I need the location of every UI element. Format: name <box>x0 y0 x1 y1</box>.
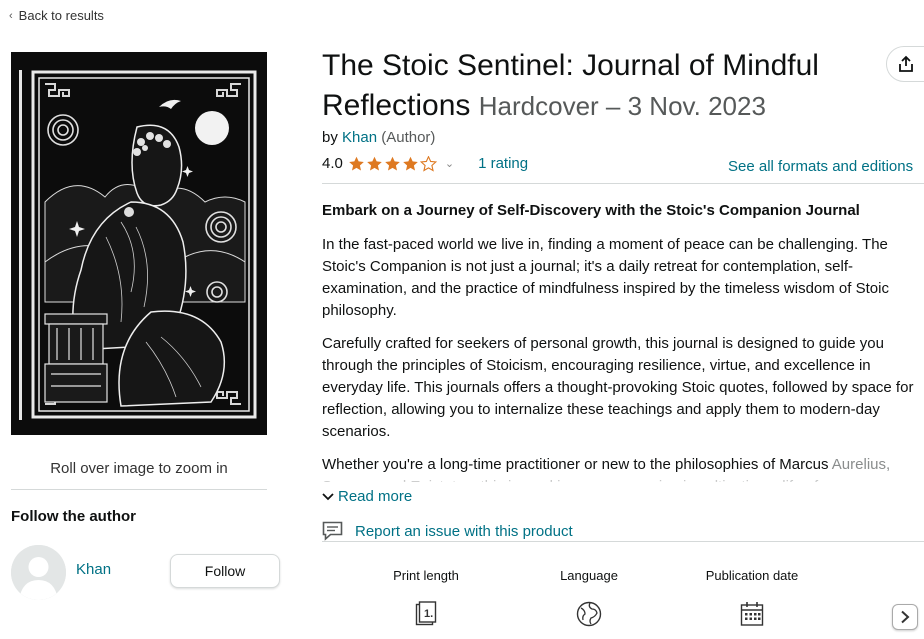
chevron-right-icon <box>901 610 910 624</box>
author-role: (Author) <box>381 129 436 146</box>
author-link[interactable]: Khan <box>342 129 377 146</box>
book-pages-icon: 1. <box>415 601 437 626</box>
description-text: Whether you're a long-time practitioner … <box>322 456 829 473</box>
divider <box>322 541 924 542</box>
date-separator: – <box>605 91 621 121</box>
product-title-block: The Stoic Sentinel: Journal of Mindful R… <box>322 46 882 126</box>
share-button[interactable] <box>886 46 924 82</box>
star-filled-icon <box>367 156 382 171</box>
report-issue-link[interactable]: Report an issue with this product <box>322 521 573 541</box>
follow-author-name-link[interactable]: Khan <box>76 561 111 578</box>
follow-button[interactable]: Follow <box>170 554 280 588</box>
follow-author-heading: Follow the author <box>11 508 136 525</box>
star-rating[interactable] <box>348 155 437 172</box>
chevron-down-icon <box>322 493 334 501</box>
divider <box>11 489 267 490</box>
publication-date-label: 3 Nov. 2023 <box>627 91 766 121</box>
star-filled-icon <box>403 156 418 171</box>
divider <box>322 183 924 184</box>
spec-label: Language <box>560 568 618 583</box>
book-cover-illustration <box>11 52 267 435</box>
star-empty-icon <box>419 155 437 172</box>
description-container: Embark on a Journey of Self-Discovery wi… <box>322 200 924 482</box>
back-label: Back to results <box>18 8 104 23</box>
product-image[interactable] <box>11 52 267 435</box>
author-avatar[interactable] <box>11 545 66 600</box>
speech-bubble-icon <box>322 521 343 541</box>
spec-language[interactable]: Language <box>529 568 649 627</box>
star-filled-icon <box>349 156 364 171</box>
description-headline: Embark on a Journey of Self-Discovery wi… <box>322 202 860 219</box>
calendar-icon <box>740 602 764 626</box>
svg-text:1.: 1. <box>424 608 433 620</box>
report-issue-label: Report an issue with this product <box>355 522 573 540</box>
chevron-left-icon: ‹ <box>9 9 13 22</box>
star-filled-icon <box>385 156 400 171</box>
spec-label: Print length <box>393 568 459 583</box>
person-silhouette-icon <box>11 545 66 600</box>
spec-label: Publication date <box>705 568 799 583</box>
description-paragraph: Carefully crafted for seekers of persona… <box>322 335 914 440</box>
rating-value: 4.0 <box>322 155 343 172</box>
read-more-link[interactable]: Read more <box>322 488 421 505</box>
globe-icon <box>576 601 602 627</box>
spec-publication-date[interactable]: Publication date <box>692 568 812 627</box>
read-more-label: Read more <box>338 488 413 505</box>
share-icon <box>899 55 913 72</box>
back-to-results-link[interactable]: ‹ Back to results <box>9 8 104 23</box>
spec-print-length[interactable]: Print length 1. <box>366 568 486 627</box>
product-format: Hardcover – 3 Nov. 2023 <box>479 91 766 121</box>
chevron-down-icon[interactable]: ⌄ <box>445 157 454 170</box>
by-prefix: by <box>322 129 338 146</box>
zoom-hint: Roll over image to zoom in <box>50 460 228 477</box>
format-label: Hardcover <box>478 91 599 121</box>
rating-row: 4.0 ⌄ 1 rating <box>322 155 528 172</box>
carousel-next-button[interactable] <box>892 604 918 630</box>
description-paragraph: In the fast-paced world we live in, find… <box>322 236 889 319</box>
rating-count-link[interactable]: 1 rating <box>478 155 528 172</box>
byline: by Khan (Author) <box>322 129 435 146</box>
see-all-formats-link[interactable]: See all formats and editions <box>728 158 913 175</box>
